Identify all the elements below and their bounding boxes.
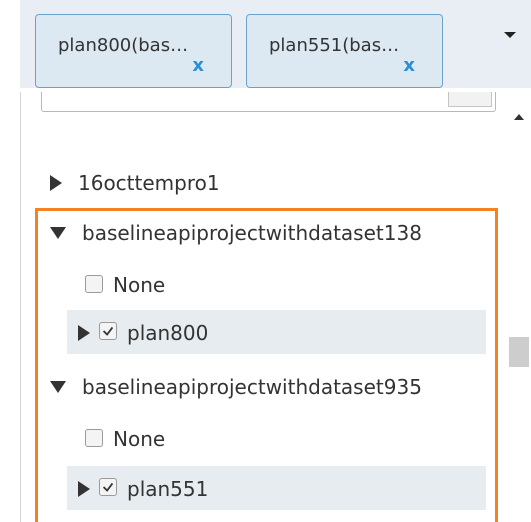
tree-item-label: baselineapiprojectwithdataset935 <box>82 375 422 399</box>
tree-item-project-935[interactable]: baselineapiprojectwithdataset935 <box>21 364 486 408</box>
selected-chips-bar: plan800(bas… x plan551(bas… x <box>20 0 531 88</box>
checkbox-icon[interactable] <box>99 322 117 340</box>
tree-item-plan800[interactable]: plan800 <box>67 310 486 354</box>
triangle-right-icon[interactable] <box>49 174 63 192</box>
triangle-right-icon[interactable] <box>77 480 91 498</box>
chip-label: plan800(bas… <box>58 35 189 56</box>
scrollbar[interactable] <box>506 92 531 522</box>
arrow-up-icon[interactable] <box>514 112 524 122</box>
tree-item-label: plan800 <box>127 321 209 345</box>
tree-item-16octtempro1[interactable]: 16octtempro1 <box>21 160 486 204</box>
tree-item-label: None <box>113 273 166 297</box>
checkbox-icon[interactable] <box>85 429 103 447</box>
scrollbar-thumb[interactable] <box>509 337 529 367</box>
chip-remove-icon[interactable]: x <box>192 55 204 76</box>
triangle-down-icon[interactable] <box>49 380 67 394</box>
tree-item-label: None <box>113 427 166 451</box>
tree-item-label: plan551 <box>127 477 209 501</box>
tree-item-label: baselineapiprojectwithdataset138 <box>82 221 422 245</box>
multi-select-widget: plan800(bas… x plan551(bas… x 16octtempr… <box>0 0 531 522</box>
checkbox-icon[interactable] <box>85 275 103 293</box>
triangle-down-icon[interactable] <box>49 226 67 240</box>
chip-plan551[interactable]: plan551(bas… x <box>246 14 443 88</box>
dropdown-panel: 16octtempro1 baselineapiprojectwithdatas… <box>20 92 531 522</box>
search-button[interactable] <box>448 92 492 107</box>
tree-item-label: 16octtempro1 <box>78 171 220 195</box>
checkbox-icon[interactable] <box>99 478 117 496</box>
tree-item-none[interactable]: None <box>21 416 486 460</box>
tree-item-project-138[interactable]: baselineapiprojectwithdataset138 <box>21 210 486 254</box>
search-input[interactable] <box>41 92 496 112</box>
caret-down-icon[interactable] <box>498 24 522 48</box>
triangle-right-icon[interactable] <box>77 324 91 342</box>
chip-label: plan551(bas… <box>269 35 400 56</box>
chip-remove-icon[interactable]: x <box>403 55 415 76</box>
tree-item-none[interactable]: None <box>21 262 486 306</box>
tree-item-plan551[interactable]: plan551 <box>67 466 486 510</box>
chip-plan800[interactable]: plan800(bas… x <box>35 14 232 88</box>
